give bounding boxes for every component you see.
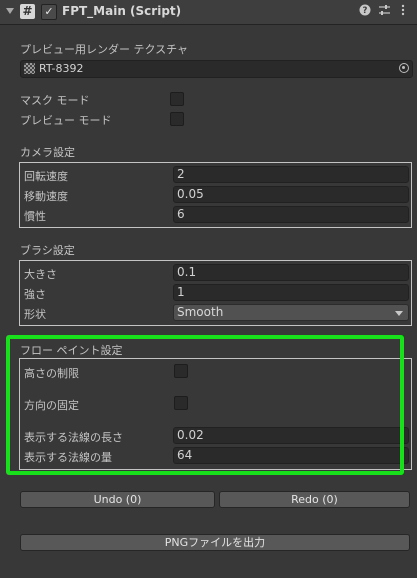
highlight-frame xyxy=(6,335,404,475)
object-picker-icon[interactable] xyxy=(399,63,409,73)
preview-mode-checkbox[interactable] xyxy=(170,112,184,126)
redo-button[interactable]: Redo (0) xyxy=(219,491,410,508)
help-icon[interactable]: ? xyxy=(358,4,372,18)
move-speed-field[interactable]: 0.05 xyxy=(173,186,409,203)
mask-mode-checkbox[interactable] xyxy=(170,92,184,106)
preset-icon[interactable] xyxy=(377,4,391,18)
brush-settings-header: ブラシ設定 xyxy=(20,244,75,257)
export-png-button[interactable]: PNGファイルを出力 xyxy=(20,534,410,551)
brush-strength-label: 強さ xyxy=(24,288,46,301)
dropdown-arrow-icon xyxy=(395,311,403,316)
brush-strength-field[interactable]: 1 xyxy=(173,284,409,301)
rotation-speed-label: 回転速度 xyxy=(24,170,68,183)
mask-mode-label: マスク モード xyxy=(20,94,90,107)
move-speed-label: 移動速度 xyxy=(24,190,68,203)
component-header: # ✓ FPT_Main (Script) ? xyxy=(0,0,417,25)
inertia-label: 慣性 xyxy=(24,210,46,223)
brush-size-field[interactable]: 0.1 xyxy=(173,264,409,281)
camera-settings-header: カメラ設定 xyxy=(20,146,75,159)
render-texture-value: RT-8392 xyxy=(39,62,84,75)
enabled-checkbox[interactable]: ✓ xyxy=(41,4,57,20)
script-icon: # xyxy=(20,4,35,19)
brush-shape-label: 形状 xyxy=(24,308,46,321)
more-menu-icon[interactable] xyxy=(396,4,410,18)
render-texture-field[interactable]: RT-8392 xyxy=(20,60,413,78)
component-title: FPT_Main (Script) xyxy=(62,4,182,18)
brush-shape-value: Smooth xyxy=(177,305,224,319)
brush-shape-dropdown[interactable]: Smooth xyxy=(173,304,409,321)
rotation-speed-field[interactable]: 2 xyxy=(173,166,409,183)
foldout-arrow-icon[interactable] xyxy=(6,8,14,14)
svg-text:?: ? xyxy=(363,6,368,16)
undo-button[interactable]: Undo (0) xyxy=(20,491,215,508)
preview-mode-label: プレビュー モード xyxy=(20,114,112,127)
brush-size-label: 大きさ xyxy=(24,268,57,281)
inertia-field[interactable]: 6 xyxy=(173,206,409,223)
render-texture-icon xyxy=(24,63,35,74)
render-texture-label: プレビュー用レンダー テクスチャ xyxy=(20,43,189,56)
